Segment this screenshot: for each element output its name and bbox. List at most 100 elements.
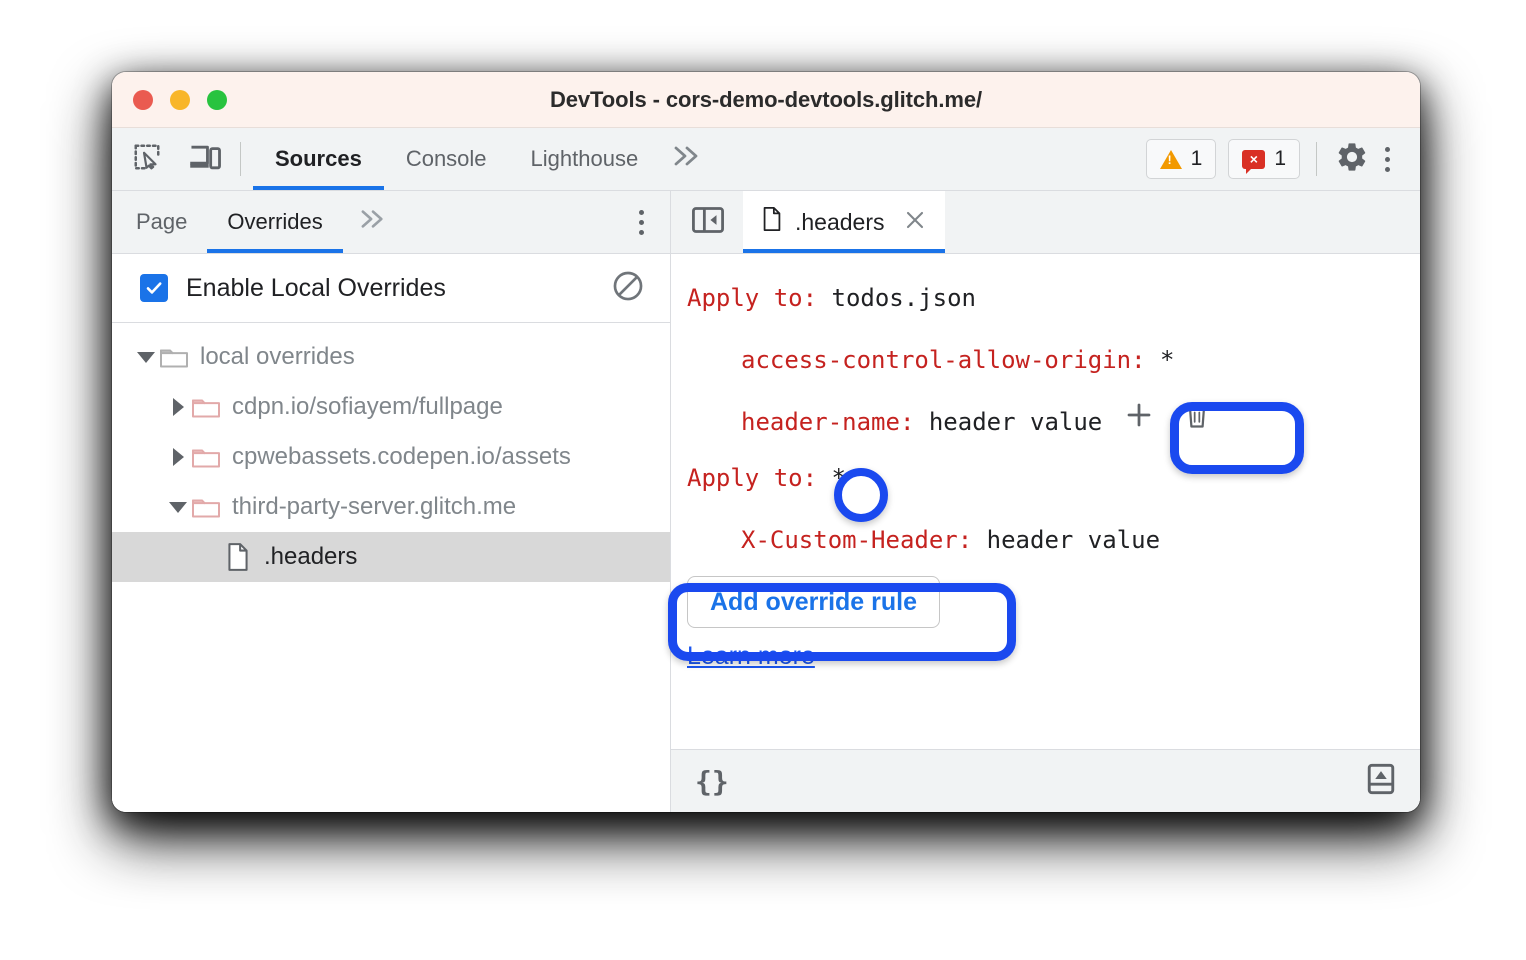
kebab-menu-icon xyxy=(1385,146,1390,172)
header-name[interactable]: access-control-allow-origin xyxy=(741,338,1131,382)
learn-more-link[interactable]: Learn more xyxy=(687,642,815,671)
header-row[interactable]: header-name: header value xyxy=(671,400,1420,444)
editor-tab-headers[interactable]: .headers xyxy=(743,191,945,253)
enable-local-overrides-row: Enable Local Overrides xyxy=(112,254,670,323)
trash-icon[interactable] xyxy=(1184,400,1210,444)
apply-to-label: Apply to xyxy=(687,284,803,312)
tab-console[interactable]: Console xyxy=(384,128,509,190)
toolbar-divider xyxy=(240,142,241,176)
tab-lighthouse[interactable]: Lighthouse xyxy=(509,128,661,190)
chevron-right-icon[interactable] xyxy=(166,398,190,416)
apply-to-row[interactable]: Apply to: * xyxy=(671,456,1420,500)
tab-sources-label: Sources xyxy=(275,146,362,171)
headers-rules-editor: Apply to: todos.json access-control-allo… xyxy=(671,254,1420,749)
zoom-window-button[interactable] xyxy=(207,89,227,110)
header-name[interactable]: X-Custom-Header xyxy=(741,518,958,562)
tree-item-label: third-party-server.glitch.me xyxy=(232,493,517,520)
kebab-menu-icon xyxy=(639,209,644,235)
pretty-print-icon[interactable]: {} xyxy=(695,765,729,798)
toolbar-right-divider xyxy=(1316,142,1317,176)
error-count-label: 1 xyxy=(1274,147,1286,170)
apply-to-value[interactable]: todos.json xyxy=(832,276,977,320)
tree-item-label: cdpn.io/sofiayem/fullpage xyxy=(232,393,503,420)
window-titlebar: DevTools - cors-demo-devtools.glitch.me/ xyxy=(112,72,1420,128)
show-drawer-icon[interactable] xyxy=(1364,762,1398,801)
inspect-element-button[interactable] xyxy=(126,138,168,180)
devtools-window: DevTools - cors-demo-devtools.glitch.me/ xyxy=(112,72,1420,812)
minimize-window-button[interactable] xyxy=(170,89,190,110)
nav-tab-page[interactable]: Page xyxy=(112,191,207,253)
enable-local-overrides-checkbox[interactable] xyxy=(140,274,168,302)
overrides-file-tree: local overrides cdpn.io/sofiayem/fullpag… xyxy=(112,323,670,812)
header-name[interactable]: header-name xyxy=(741,400,900,444)
devtools-panel-tabs: Sources Console Lighthouse xyxy=(253,128,660,190)
plus-icon[interactable] xyxy=(1124,400,1154,444)
chevron-double-right-icon xyxy=(357,207,389,237)
tab-console-label: Console xyxy=(405,146,487,171)
window-traffic-lights xyxy=(133,89,227,110)
enable-local-overrides-label: Enable Local Overrides xyxy=(186,273,446,302)
devtools-toolbar: Sources Console Lighthouse 1 × 1 xyxy=(112,128,1420,191)
navigator-tabbar: Page Overrides xyxy=(112,191,670,254)
file-icon xyxy=(222,542,254,572)
editor-tabbar: .headers xyxy=(671,191,1420,254)
devtools-main-menu-button[interactable] xyxy=(1373,146,1406,172)
tree-row[interactable]: local overrides xyxy=(112,332,670,382)
editor-statusbar: {} xyxy=(671,749,1420,812)
warning-triangle-icon xyxy=(1159,149,1182,169)
chevron-double-right-icon xyxy=(670,143,704,176)
devtools-body: Page Overrides Enable Local Overrides lo… xyxy=(112,191,1420,812)
device-toolbar-icon xyxy=(189,142,221,177)
show-navigator-panel-icon xyxy=(691,205,725,240)
warning-count-label: 1 xyxy=(1190,147,1203,170)
tab-lighthouse-label: Lighthouse xyxy=(530,146,639,171)
tab-sources[interactable]: Sources xyxy=(253,128,384,190)
toggle-device-toolbar-button[interactable] xyxy=(184,138,226,180)
toggle-navigator-panel-button[interactable] xyxy=(671,191,743,253)
error-bubble-icon: × xyxy=(1242,149,1266,174)
tree-row[interactable]: cdpn.io/sofiayem/fullpage xyxy=(112,382,670,432)
tree-item-label: local overrides xyxy=(200,343,355,370)
toolbar-right-group: 1 × 1 xyxy=(1145,128,1420,190)
warning-count-badge[interactable]: 1 xyxy=(1145,139,1217,179)
gear-icon xyxy=(1335,140,1369,179)
navigator-menu-button[interactable] xyxy=(613,191,670,253)
navigator-more-tabs-button[interactable] xyxy=(343,191,403,253)
apply-to-row[interactable]: Apply to: todos.json xyxy=(671,276,1420,320)
inspect-element-icon xyxy=(132,142,162,177)
header-row[interactable]: access-control-allow-origin: * xyxy=(671,338,1420,382)
chevron-down-icon[interactable] xyxy=(134,351,158,363)
close-window-button[interactable] xyxy=(133,89,153,110)
tree-item-label: .headers xyxy=(264,543,358,570)
nav-tab-page-label: Page xyxy=(136,209,188,234)
apply-to-value[interactable]: * xyxy=(832,456,846,500)
settings-button[interactable] xyxy=(1331,138,1373,180)
header-value[interactable]: header value xyxy=(929,400,1102,444)
tree-row[interactable]: cpwebassets.codepen.io/assets xyxy=(112,432,670,482)
header-value[interactable]: * xyxy=(1160,338,1174,382)
clear-overrides-icon xyxy=(611,269,645,308)
statusbar-right-group xyxy=(1364,762,1398,801)
window-title: DevTools - cors-demo-devtools.glitch.me/ xyxy=(550,86,982,112)
folder-icon xyxy=(190,494,222,520)
screenshot-stage: DevTools - cors-demo-devtools.glitch.me/ xyxy=(0,0,1526,960)
add-override-rule-button[interactable]: Add override rule xyxy=(687,576,940,628)
tree-row[interactable]: third-party-server.glitch.me xyxy=(112,482,670,532)
error-count-badge[interactable]: × 1 xyxy=(1228,139,1300,179)
chevron-right-icon[interactable] xyxy=(166,448,190,466)
more-panels-button[interactable] xyxy=(660,128,720,190)
toolbar-left-icons xyxy=(112,128,226,190)
apply-to-label: Apply to xyxy=(687,464,803,492)
header-value[interactable]: header value xyxy=(987,518,1160,562)
clear-overrides-button[interactable] xyxy=(608,268,648,308)
folder-icon xyxy=(158,344,190,370)
folder-icon xyxy=(190,444,222,470)
header-row-actions xyxy=(1124,400,1210,444)
chevron-down-icon[interactable] xyxy=(166,501,190,513)
navigator-pane: Page Overrides Enable Local Overrides lo… xyxy=(112,191,671,812)
nav-tab-overrides[interactable]: Overrides xyxy=(207,191,344,253)
close-icon[interactable] xyxy=(903,208,927,237)
editor-tab-label: .headers xyxy=(795,208,885,235)
header-row[interactable]: X-Custom-Header: header value xyxy=(671,518,1420,562)
tree-row[interactable]: .headers xyxy=(112,532,670,582)
